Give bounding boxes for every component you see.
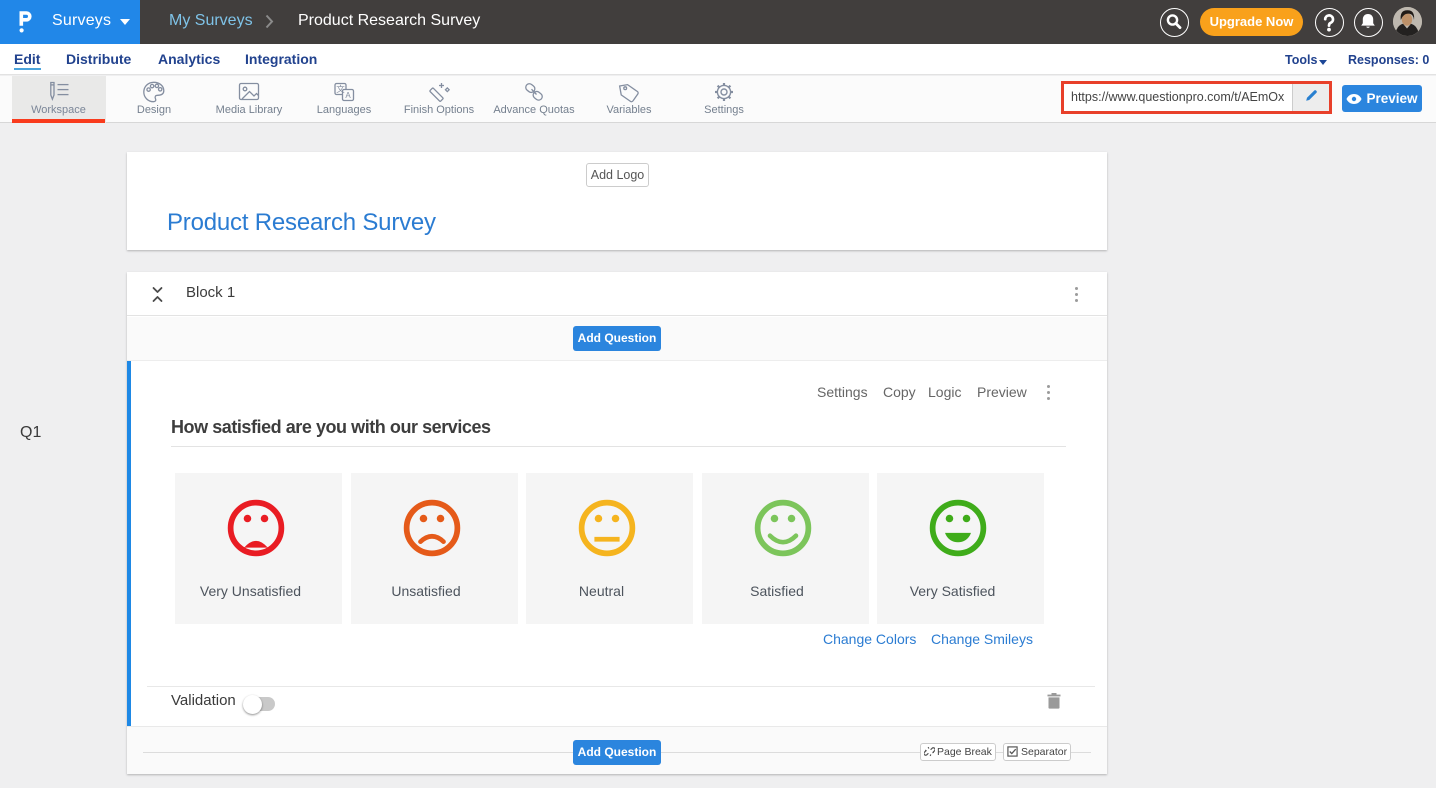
svg-text:A: A <box>345 91 351 100</box>
svg-text:文: 文 <box>336 84 345 94</box>
